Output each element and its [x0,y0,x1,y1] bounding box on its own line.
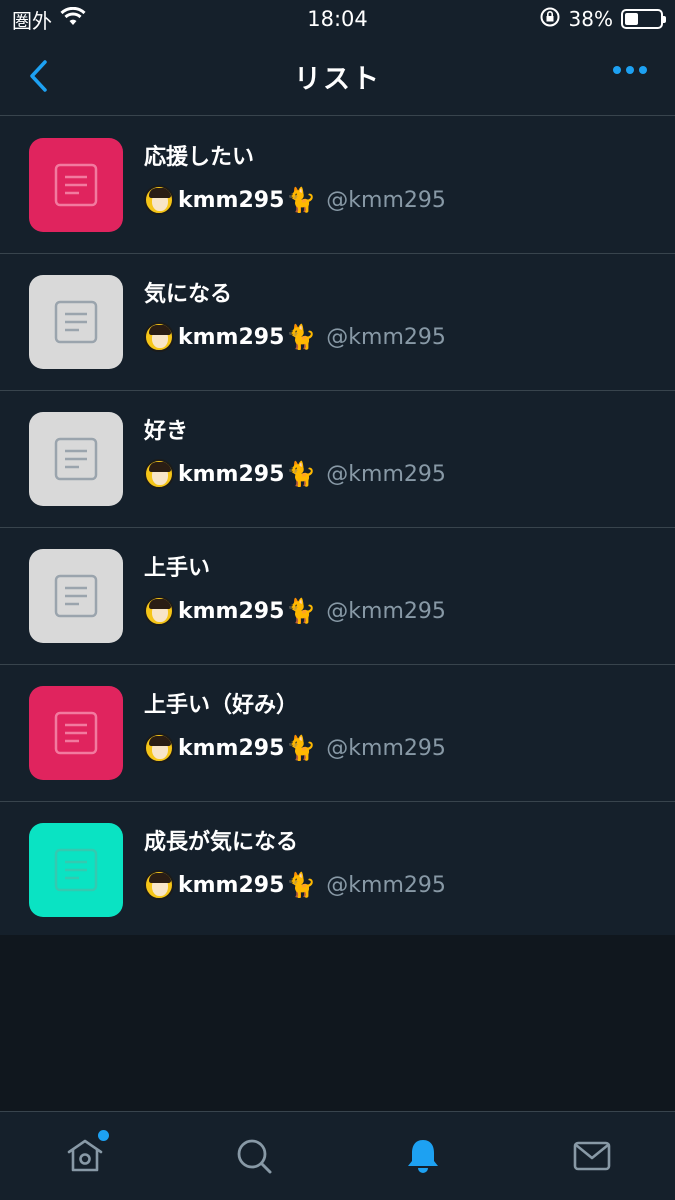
list-document-icon [54,848,98,892]
status-left: 圏外 [12,5,86,34]
list-name: 上手い [144,556,211,581]
list-item[interactable]: 気になる kmm295 🐈 @kmm295 [0,254,675,391]
notification-badge [98,1130,109,1141]
lists-list: 応援したい kmm295 🐈 @kmm295 気になる kmm295 🐈 @km… [0,117,675,938]
list-document-icon [54,574,98,618]
wifi-icon [60,6,86,32]
tab-bar [0,1111,675,1200]
list-owner: kmm295 🐈 @kmm295 [144,594,446,628]
list-item[interactable]: 上手い（好み） kmm295 🐈 @kmm295 [0,665,675,802]
list-icon [29,549,123,643]
cat-emoji-icon: 🐈 [286,460,317,488]
battery-fill [625,13,638,25]
cat-emoji-icon: 🐈 [286,186,317,214]
owner-name: kmm295 [178,735,285,761]
home-icon [67,1139,103,1172]
mail-icon [573,1141,611,1171]
owner-name: kmm295 [178,187,285,213]
battery-icon [621,9,666,29]
list-document-icon [54,163,98,207]
list-icon [29,823,123,917]
avatar [144,185,174,215]
list-name: 好き [144,419,189,444]
tab-messages[interactable] [570,1134,614,1178]
avatar [144,459,174,489]
list-icon [29,138,123,232]
list-owner: kmm295 🐈 @kmm295 [144,183,446,217]
tab-home[interactable] [63,1130,109,1178]
list-name: 応援したい [144,145,255,170]
more-dot [626,66,634,74]
bell-icon [408,1140,438,1173]
list-icon [29,275,123,369]
avatar [144,322,174,352]
nav-bar: リスト [0,38,675,116]
list-document-icon [54,300,98,344]
more-button[interactable] [613,66,647,74]
list-name: 成長が気になる [144,830,299,855]
owner-handle: @kmm295 [326,324,446,350]
status-right: 38% [539,6,666,33]
owner-name: kmm295 [178,598,285,624]
rotation-lock-icon [539,6,561,33]
cat-emoji-icon: 🐈 [286,871,317,899]
list-item[interactable]: 成長が気になる kmm295 🐈 @kmm295 [0,802,675,938]
list-item[interactable]: 好き kmm295 🐈 @kmm295 [0,391,675,528]
lists-screen: 圏外 18:04 38% リスト 応援したい kmm295 🐈 @kmm295 … [0,0,675,1200]
list-name: 上手い（好み） [144,693,299,718]
status-bar: 圏外 18:04 38% [0,0,675,38]
more-dot [639,66,647,74]
owner-handle: @kmm295 [326,461,446,487]
owner-handle: @kmm295 [326,187,446,213]
more-dot [613,66,621,74]
cat-emoji-icon: 🐈 [286,323,317,351]
battery-percent: 38% [568,7,613,31]
tab-notifications[interactable] [401,1134,445,1178]
owner-handle: @kmm295 [326,598,446,624]
carrier-label: 圏外 [12,8,52,33]
cat-emoji-icon: 🐈 [286,734,317,762]
avatar [144,870,174,900]
list-owner: kmm295 🐈 @kmm295 [144,731,446,765]
list-icon [29,412,123,506]
tab-search[interactable] [232,1134,276,1178]
search-icon [237,1139,272,1174]
list-owner: kmm295 🐈 @kmm295 [144,457,446,491]
list-owner: kmm295 🐈 @kmm295 [144,868,446,902]
avatar [144,733,174,763]
empty-area [0,935,675,1111]
list-item[interactable]: 応援したい kmm295 🐈 @kmm295 [0,117,675,254]
list-document-icon [54,437,98,481]
list-owner: kmm295 🐈 @kmm295 [144,320,446,354]
page-title: リスト [294,64,381,95]
owner-name: kmm295 [178,461,285,487]
owner-name: kmm295 [178,872,285,898]
cat-emoji-icon: 🐈 [286,597,317,625]
avatar [144,596,174,626]
list-icon [29,686,123,780]
chevron-left-icon [30,60,47,92]
back-button[interactable] [18,56,58,96]
owner-handle: @kmm295 [326,735,446,761]
list-name: 気になる [144,282,233,307]
list-item[interactable]: 上手い kmm295 🐈 @kmm295 [0,528,675,665]
owner-handle: @kmm295 [326,872,446,898]
owner-name: kmm295 [178,324,285,350]
list-document-icon [54,711,98,755]
